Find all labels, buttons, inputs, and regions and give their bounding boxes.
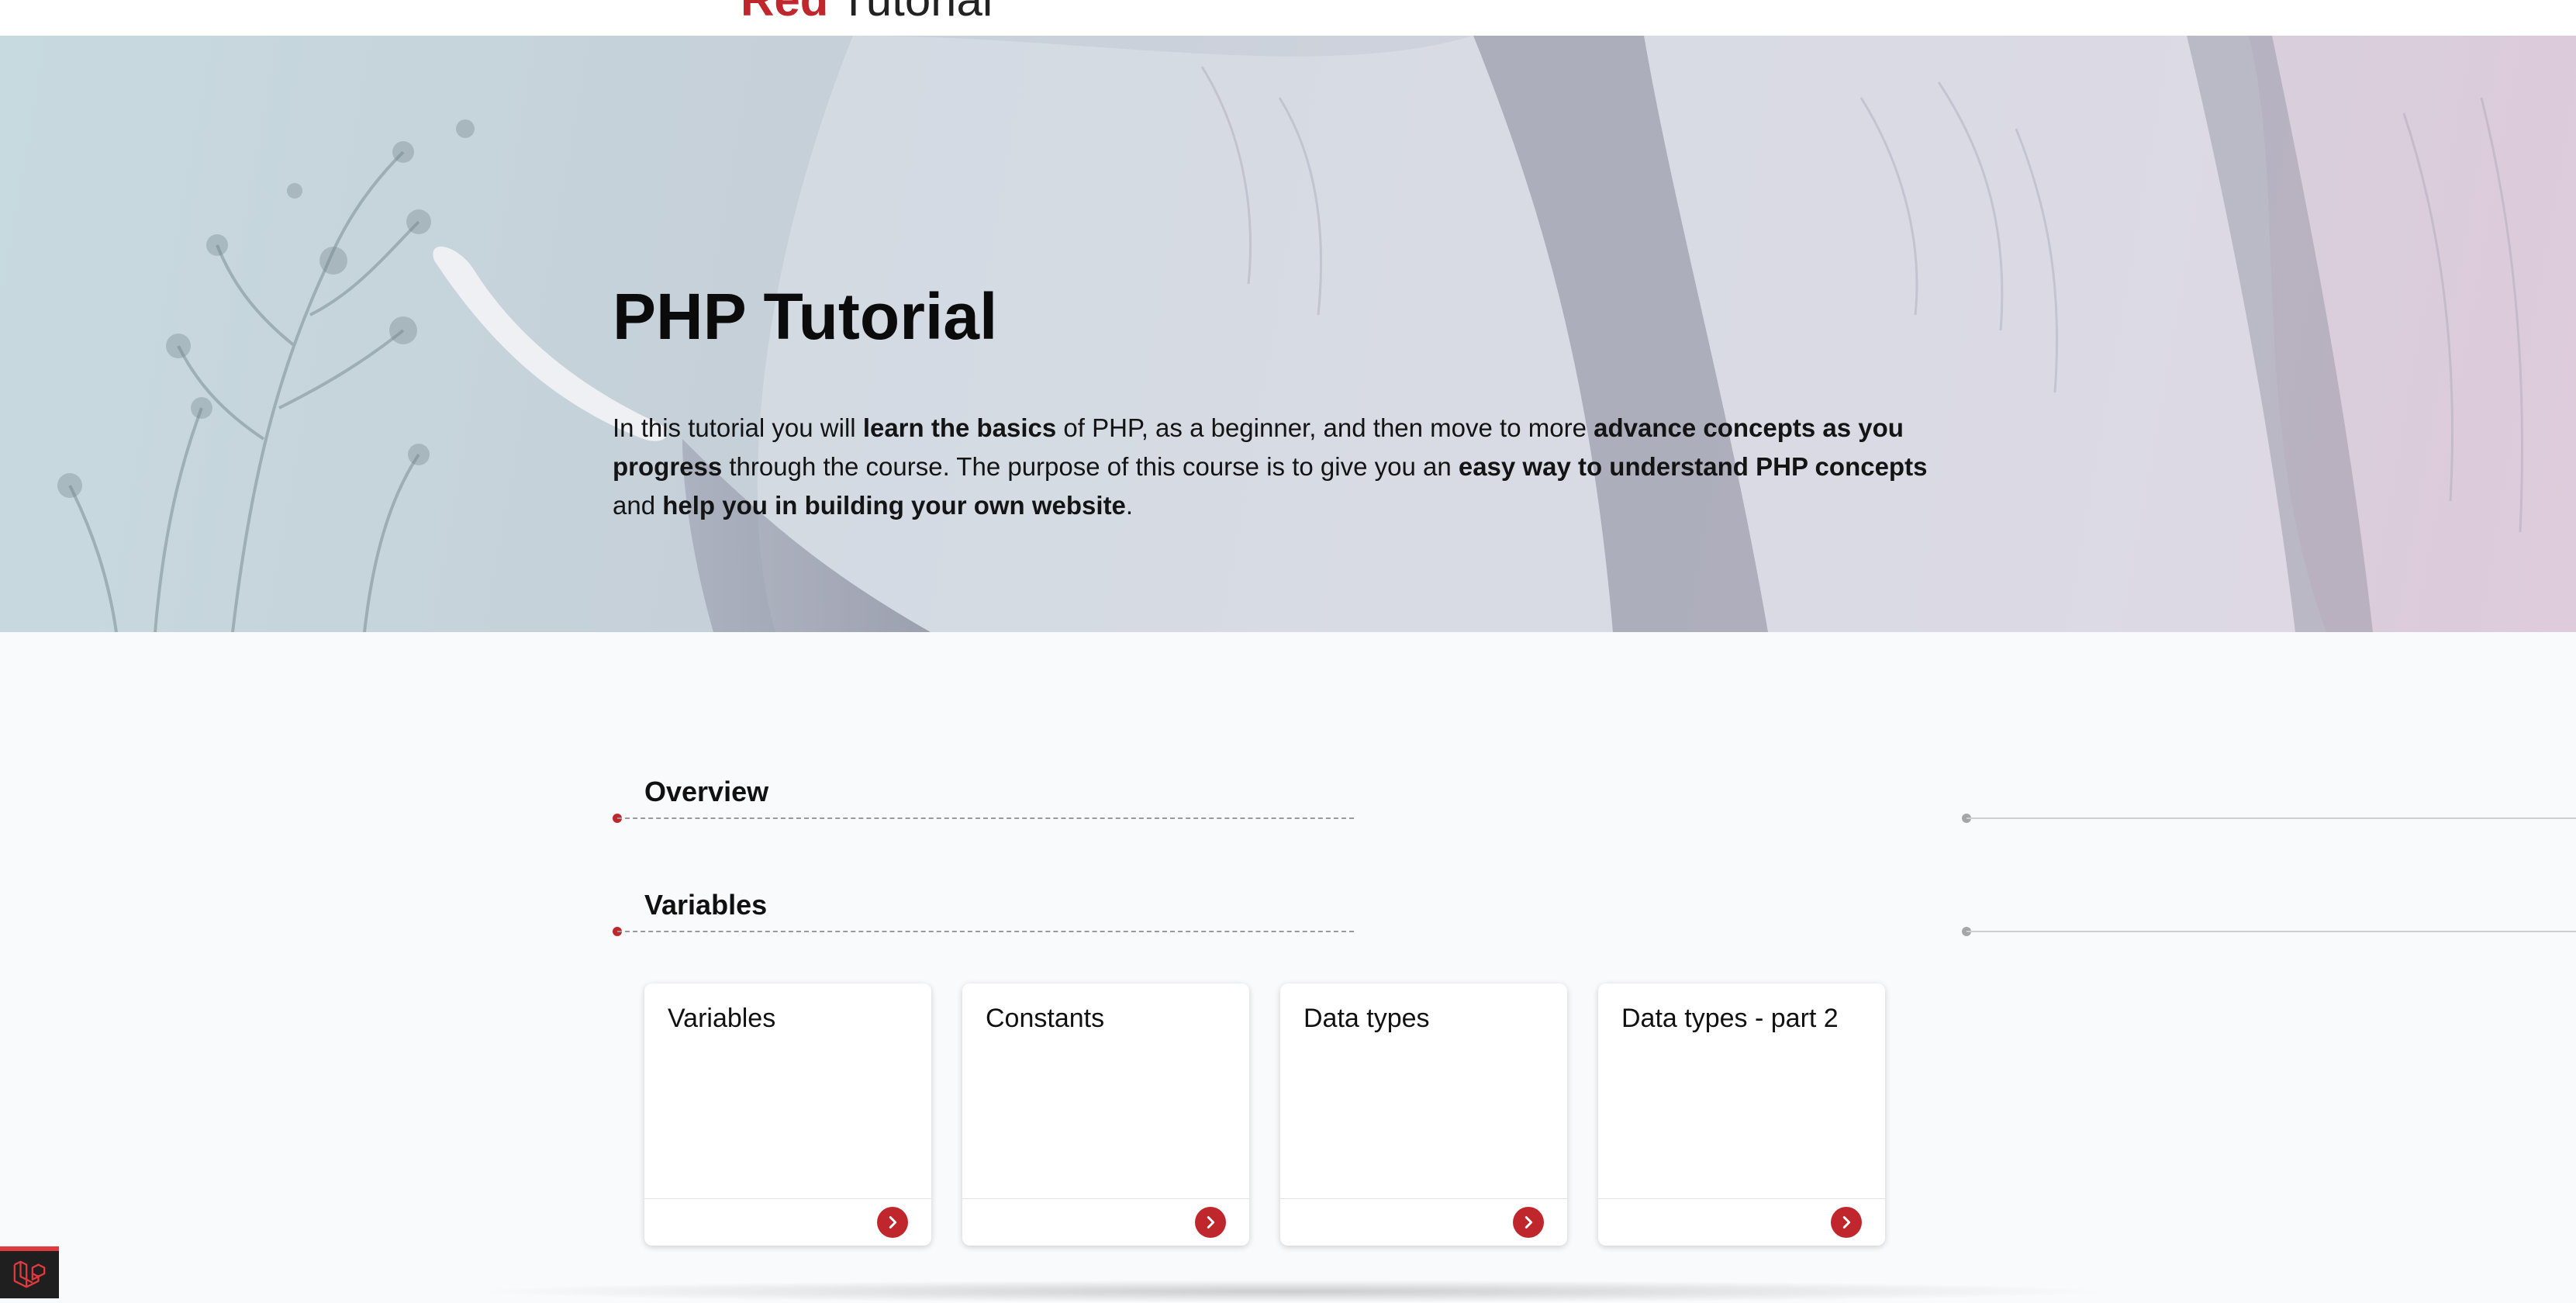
lesson-card-data-types[interactable]: Data types [1280, 983, 1567, 1246]
intro-segment: of PHP, as a beginner, and then move to … [1056, 413, 1594, 442]
hero-background-image [57, 36, 2524, 632]
intro-segment-bold: easy way to understand PHP concepts [1458, 452, 1928, 481]
brand-rest-text: Tutorial [839, 0, 993, 26]
lesson-card-footer [644, 1198, 931, 1246]
lesson-card-title: Variables [668, 1004, 776, 1033]
timeline-dashed-line [617, 931, 1354, 932]
lesson-card-title: Constants [986, 1004, 1105, 1033]
section-title-overview[interactable]: Overview [644, 776, 768, 808]
brand-red-text: Red [741, 0, 828, 26]
lesson-card-footer [962, 1198, 1249, 1246]
hero-intro: In this tutorial you will learn the basi… [613, 409, 1962, 525]
intro-segment: and [613, 491, 663, 520]
timeline-tail-line [1967, 931, 2576, 932]
intro-segment-bold: help you in building your own website [662, 491, 1126, 520]
section-timeline-variables [613, 926, 2576, 937]
chevron-right-circle-icon[interactable] [1195, 1207, 1226, 1238]
hero-banner: PHP Tutorial In this tutorial you will l… [0, 36, 2576, 632]
timeline-tail-line [1967, 817, 2576, 819]
lesson-card-constants[interactable]: Constants [962, 983, 1249, 1246]
section-title-variables[interactable]: Variables [644, 889, 767, 921]
laravel-logo-glyph [13, 1260, 46, 1287]
chevron-right-circle-icon[interactable] [877, 1207, 908, 1238]
section-timeline-overview [613, 813, 2576, 824]
page-title: PHP Tutorial [613, 280, 998, 353]
lesson-card-data-types-part-2[interactable]: Data types - part 2 [1598, 983, 1885, 1246]
lesson-card-footer [1598, 1198, 1885, 1246]
intro-segment-bold: learn the basics [862, 413, 1057, 442]
chevron-right-circle-icon[interactable] [1831, 1207, 1862, 1238]
lesson-card-footer [1280, 1198, 1567, 1246]
intro-segment: through the course. The purpose of this … [722, 452, 1459, 481]
top-header: Red Tutorial [0, 0, 2576, 36]
laravel-logo-icon[interactable] [0, 1246, 59, 1298]
lesson-card-title: Data types - part 2 [1621, 1004, 1839, 1033]
intro-segment: . [1125, 491, 1134, 520]
site-logo[interactable]: Red Tutorial [741, 0, 993, 23]
intro-segment: In this tutorial you will [613, 413, 863, 442]
bottom-shadow [465, 1280, 2117, 1303]
lesson-card-variables[interactable]: Variables [644, 983, 931, 1246]
chevron-right-circle-icon[interactable] [1513, 1207, 1544, 1238]
timeline-dashed-line [617, 817, 1354, 819]
lesson-card-title: Data types [1304, 1004, 1430, 1033]
